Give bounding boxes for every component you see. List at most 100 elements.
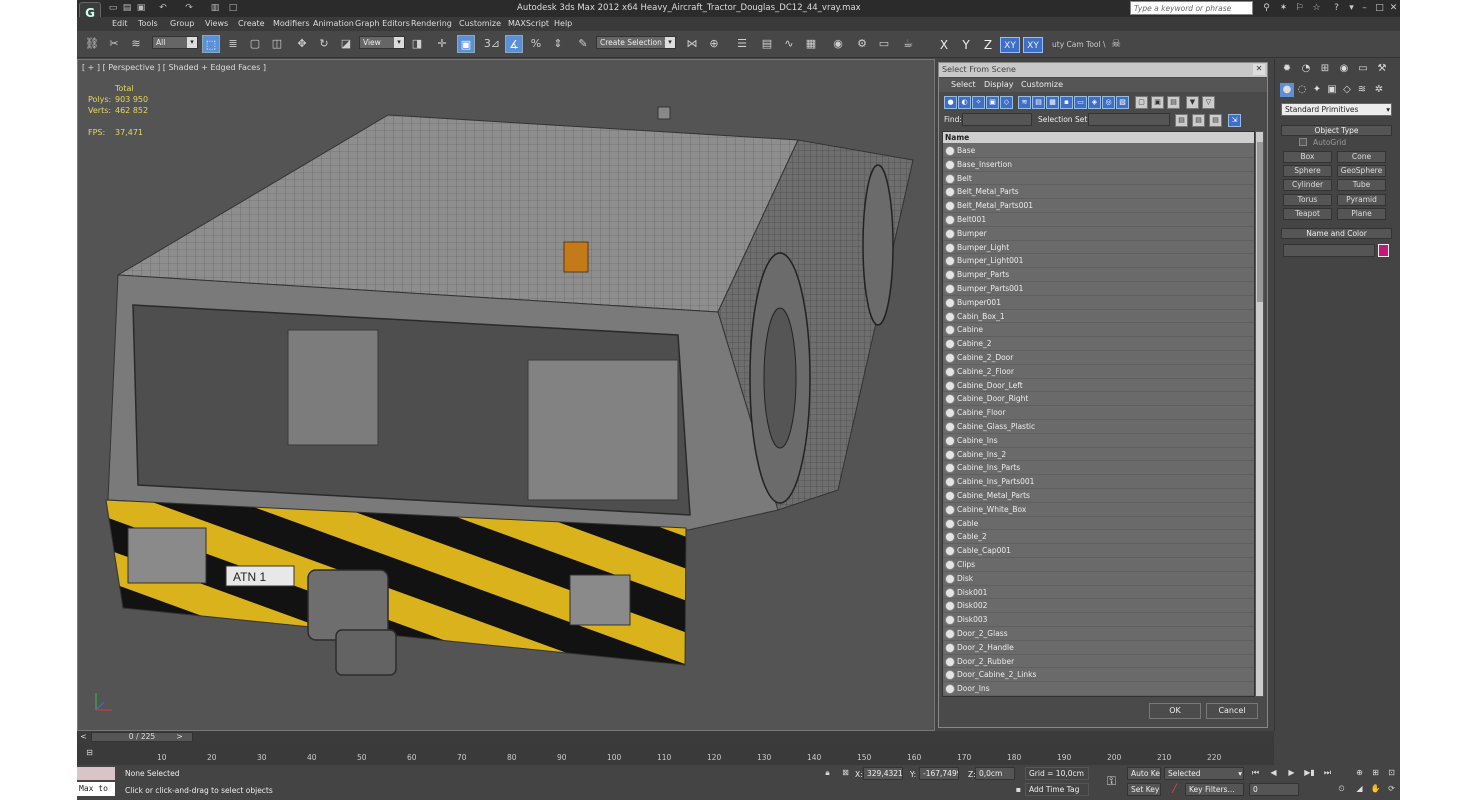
list-item[interactable]: Base_Insertion [943, 158, 1254, 172]
list-item[interactable]: Door_Cabine_2_Links [943, 668, 1254, 683]
list-item[interactable]: Door_2_Rubber [943, 655, 1254, 669]
named-selection-dropdown[interactable]: Create Selection Se ▾ [596, 36, 676, 49]
menu-views[interactable]: Views [205, 19, 228, 28]
list-item[interactable]: Cable_Cap001 [943, 544, 1254, 558]
geosphere-button[interactable]: GeoSphere [1337, 165, 1386, 177]
render-setup-icon[interactable]: ⚙ [853, 35, 871, 53]
list-item[interactable]: Cabine_Ins_2 [943, 448, 1254, 462]
pan-view-icon[interactable]: ✋ [1369, 783, 1382, 795]
graphite-tools-icon[interactable]: ▤ [758, 35, 776, 53]
dialog-menu-display[interactable]: Display [984, 80, 1014, 89]
list-item[interactable]: Belt_Metal_Parts001 [943, 199, 1254, 213]
list-item[interactable]: Base [943, 144, 1254, 158]
list-item[interactable]: Bumper_Light [943, 241, 1254, 255]
current-frame-field[interactable]: 0 [1249, 783, 1299, 796]
list-item[interactable]: Bumper001 [943, 296, 1254, 310]
find-regex-icon[interactable]: ▤ [1209, 114, 1222, 127]
binoculars-icon[interactable]: ⚲ [1260, 2, 1273, 15]
go-to-start-icon[interactable]: ⏮ [1249, 767, 1262, 779]
menu-tools[interactable]: Tools [138, 19, 158, 28]
list-item[interactable]: Cabine_Ins_Parts001 [943, 475, 1254, 489]
list-item[interactable]: Cabine_Door_Right [943, 392, 1254, 407]
display-helpers-icon[interactable]: ◇ [1000, 96, 1013, 109]
display-shapes-icon[interactable]: ◐ [958, 96, 971, 109]
maxscript-listener[interactable] [77, 767, 115, 780]
list-item[interactable]: Belt_Metal_Parts [943, 185, 1254, 200]
menu-rendering[interactable]: Rendering [411, 19, 452, 28]
save-file-icon[interactable]: ▣ [135, 3, 147, 13]
set-key-button[interactable]: Set Key [1127, 783, 1161, 796]
list-item[interactable]: Cabine_White_Box [943, 503, 1254, 517]
selection-filter-dropdown[interactable]: All ▾ [152, 36, 198, 49]
lights-category-icon[interactable]: ✦ [1310, 83, 1324, 97]
menu-graph-editors[interactable]: Graph Editors [355, 19, 410, 28]
menu-animation[interactable]: Animation [313, 19, 354, 28]
list-item[interactable]: Disk [943, 572, 1254, 586]
track-bar[interactable]: ⊟ 10 20 30 40 50 60 70 80 90 100 110 120 130 140 150 16… [77, 743, 1274, 765]
scale-icon[interactable]: ◪ [337, 35, 355, 53]
selection-set-dropdown[interactable] [1088, 113, 1170, 126]
box-button[interactable]: Box [1283, 151, 1332, 163]
axis-x-button[interactable]: X [934, 37, 954, 53]
minimize-icon[interactable]: – [1358, 2, 1371, 15]
undo-icon[interactable]: ↶ [157, 3, 169, 13]
next-key-icon[interactable]: ▶▮ [1303, 767, 1316, 779]
subscription-icon[interactable]: ✶ [1277, 2, 1290, 15]
snaps-toggle-icon[interactable]: 3⊿ [483, 35, 501, 53]
list-item[interactable]: Cabine [943, 323, 1254, 338]
display-all-icon[interactable]: ▧ [1116, 96, 1129, 109]
list-item[interactable]: Door_2_Glass [943, 627, 1254, 641]
spacewarps-category-icon[interactable]: ≋ [1355, 83, 1369, 97]
scrollbar-thumb[interactable] [1257, 142, 1263, 302]
menu-help[interactable]: Help [554, 19, 572, 28]
list-item[interactable]: Cabine_2_Door [943, 351, 1254, 365]
object-type-rollout[interactable]: Object Type [1281, 125, 1392, 136]
axis-xy-cycle-button[interactable]: XY [1023, 37, 1043, 53]
align-icon[interactable]: ⊕ [705, 35, 723, 53]
plane-button[interactable]: Plane [1337, 208, 1386, 220]
invert-display-icon[interactable]: ▣ [1151, 96, 1164, 109]
systems-category-icon[interactable]: ✲ [1372, 83, 1386, 97]
add-time-tag-button[interactable]: Add Time Tag [1025, 783, 1089, 796]
list-item[interactable]: Door_Ins [943, 682, 1254, 696]
project-folder-icon[interactable]: ▥ [209, 3, 221, 13]
list-item[interactable]: Door_2_Handle [943, 641, 1254, 655]
maximize-icon[interactable]: □ [1373, 2, 1386, 15]
display-geometry-icon[interactable]: ● [944, 96, 957, 109]
select-manipulate-icon[interactable]: ✛ [433, 35, 451, 53]
list-item[interactable]: Clips [943, 558, 1254, 572]
axis-y-button[interactable]: Y [956, 37, 976, 53]
percent-snap-icon[interactable]: % [527, 35, 545, 53]
display-groups-icon[interactable]: ▤ [1032, 96, 1045, 109]
list-item[interactable]: Bumper [943, 227, 1254, 241]
list-scrollbar[interactable] [1255, 131, 1264, 697]
object-name-input[interactable] [1283, 244, 1375, 257]
tube-button[interactable]: Tube [1337, 179, 1386, 191]
cancel-button[interactable]: Cancel [1206, 703, 1258, 719]
primitive-type-dropdown[interactable]: Standard Primitives ▾ [1281, 103, 1392, 116]
key-mode-dropdown[interactable]: Selected ▾ [1164, 767, 1244, 780]
display-hidden-icon[interactable]: ◎ [1102, 96, 1115, 109]
keyboard-shortcut-override-icon[interactable]: ▣ [457, 35, 475, 53]
dialog-menu-select[interactable]: Select [951, 80, 976, 89]
bind-space-warp-icon[interactable]: ≋ [127, 35, 145, 53]
menu-customize[interactable]: Customize [459, 19, 501, 28]
list-column-name[interactable]: Name [943, 132, 1254, 143]
schematic-view-icon[interactable]: ▦ [802, 35, 820, 53]
object-color-swatch[interactable] [1378, 244, 1389, 257]
dialog-menu-customize[interactable]: Customize [1021, 80, 1063, 89]
next-frame-icon[interactable]: > [173, 731, 186, 743]
find-input[interactable] [962, 113, 1032, 126]
close-icon[interactable]: ✕ [1387, 2, 1400, 15]
rectangular-region-icon[interactable]: ▢ [246, 35, 264, 53]
menu-edit[interactable]: Edit [112, 19, 128, 28]
window-icon[interactable]: □ [227, 3, 239, 13]
display-cameras-icon[interactable]: ▣ [986, 96, 999, 109]
cameras-category-icon[interactable]: ▣ [1325, 83, 1339, 97]
geometry-category-icon[interactable]: ● [1280, 83, 1294, 97]
filter-icon[interactable]: ▼ [1186, 96, 1199, 109]
display-containers-icon[interactable]: ▭ [1074, 96, 1087, 109]
axis-z-button[interactable]: Z [978, 37, 998, 53]
previous-key-icon[interactable]: ◀ [1267, 767, 1280, 779]
menu-modifiers[interactable]: Modifiers [273, 19, 310, 28]
